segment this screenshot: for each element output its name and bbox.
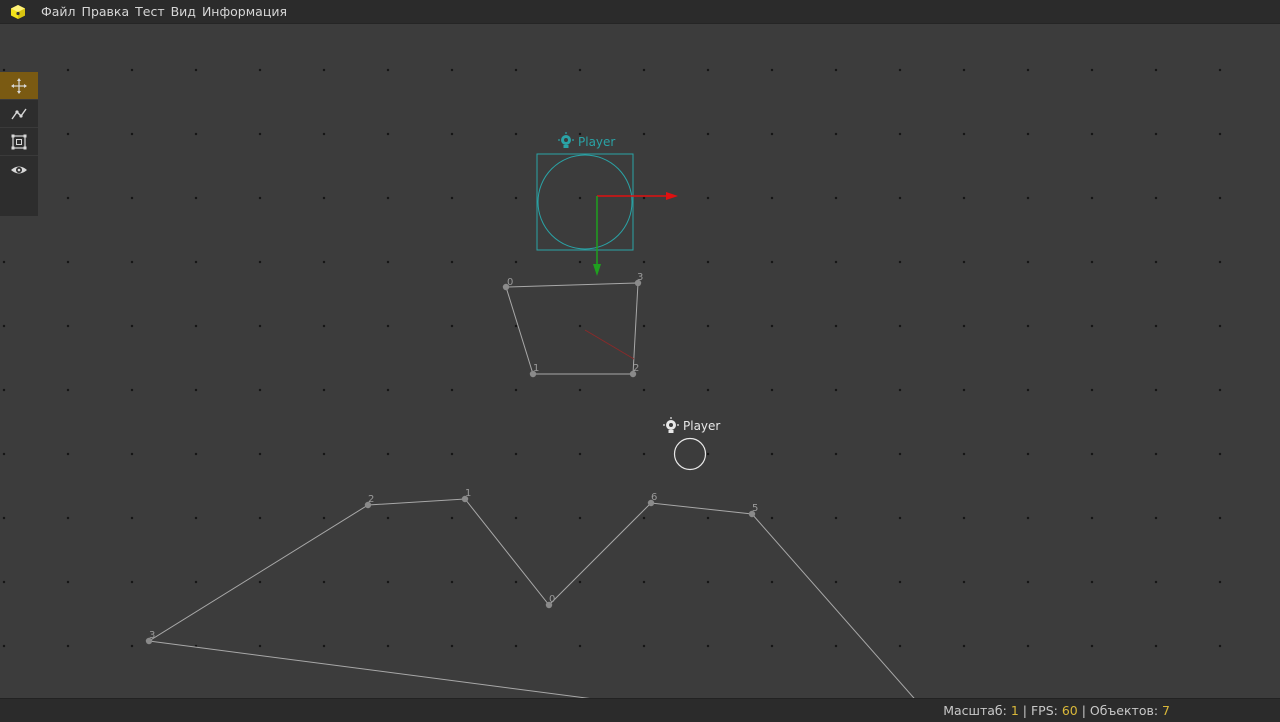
objects-count-label: Объектов: [1089,703,1159,718]
menu-view[interactable]: Вид [168,0,199,24]
objects-count-value: 7 [1162,703,1170,718]
move-tool-button[interactable] [0,72,38,100]
transform-box-icon [11,134,27,149]
menu-info[interactable]: Информация [199,0,290,24]
status-separator: | [1081,703,1086,718]
polyline-tool-button[interactable] [0,100,38,128]
status-separator: | [1022,703,1027,718]
fps-label: FPS: [1030,703,1058,718]
visibility-tool-button[interactable] [0,156,38,184]
fps-value: 60 [1061,703,1078,718]
status-bar: Масштаб: 1 | FPS: 60 | Объектов: 7 [0,698,1280,722]
menu-test[interactable]: Тест [132,0,167,24]
scale-value: 1 [1010,703,1019,718]
app-cube-icon[interactable] [10,4,26,20]
menu-edit[interactable]: Правка [79,0,133,24]
status-text: Масштаб: 1 | FPS: 60 | Объектов: 7 [943,703,1170,718]
eye-icon [11,166,27,174]
transform-tool-button[interactable] [0,128,38,156]
scale-label: Масштаб: [943,703,1007,718]
polyline-icon [11,108,27,119]
menu-file[interactable]: Файл [38,0,79,24]
tool-palette [0,72,38,216]
menu-bar: Файл Правка Тест Вид Информация [0,0,1280,24]
move-icon [11,77,27,94]
scene-viewport[interactable] [0,24,1280,698]
